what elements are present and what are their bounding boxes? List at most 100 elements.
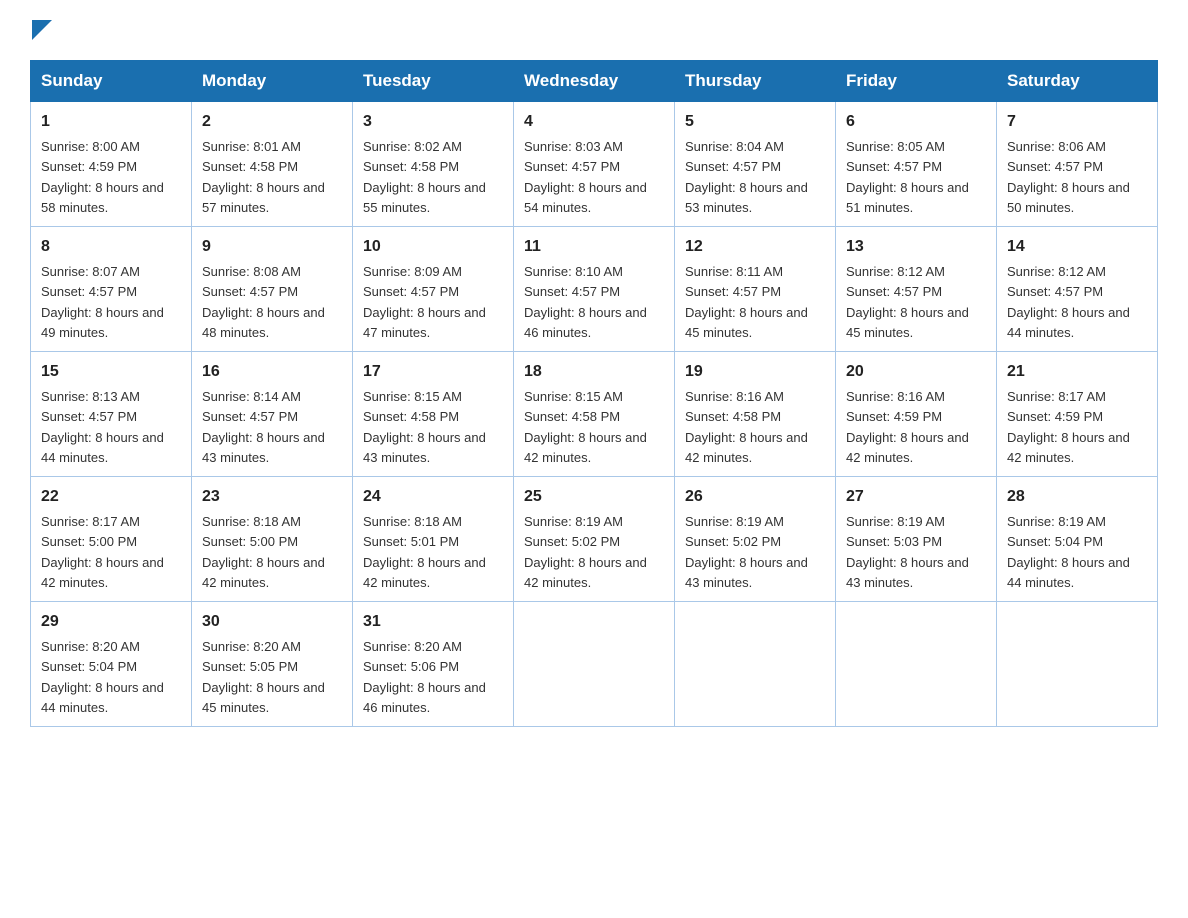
day-number: 26 xyxy=(685,485,825,509)
day-info: Sunrise: 8:03 AMSunset: 4:57 PMDaylight:… xyxy=(524,139,647,215)
calendar-cell: 27 Sunrise: 8:19 AMSunset: 5:03 PMDaylig… xyxy=(836,477,997,602)
day-number: 13 xyxy=(846,235,986,259)
calendar-cell: 22 Sunrise: 8:17 AMSunset: 5:00 PMDaylig… xyxy=(31,477,192,602)
calendar-cell: 18 Sunrise: 8:15 AMSunset: 4:58 PMDaylig… xyxy=(514,352,675,477)
calendar-week-row: 15 Sunrise: 8:13 AMSunset: 4:57 PMDaylig… xyxy=(31,352,1158,477)
day-number: 10 xyxy=(363,235,503,259)
calendar-cell: 28 Sunrise: 8:19 AMSunset: 5:04 PMDaylig… xyxy=(997,477,1158,602)
day-of-week-header: Saturday xyxy=(997,61,1158,102)
day-number: 9 xyxy=(202,235,342,259)
day-info: Sunrise: 8:15 AMSunset: 4:58 PMDaylight:… xyxy=(524,389,647,465)
calendar-cell: 20 Sunrise: 8:16 AMSunset: 4:59 PMDaylig… xyxy=(836,352,997,477)
day-info: Sunrise: 8:15 AMSunset: 4:58 PMDaylight:… xyxy=(363,389,486,465)
day-number: 17 xyxy=(363,360,503,384)
calendar-cell: 4 Sunrise: 8:03 AMSunset: 4:57 PMDayligh… xyxy=(514,102,675,227)
calendar-week-row: 22 Sunrise: 8:17 AMSunset: 5:00 PMDaylig… xyxy=(31,477,1158,602)
day-info: Sunrise: 8:20 AMSunset: 5:04 PMDaylight:… xyxy=(41,639,164,715)
day-info: Sunrise: 8:10 AMSunset: 4:57 PMDaylight:… xyxy=(524,264,647,340)
day-number: 23 xyxy=(202,485,342,509)
calendar-cell: 10 Sunrise: 8:09 AMSunset: 4:57 PMDaylig… xyxy=(353,227,514,352)
day-number: 22 xyxy=(41,485,181,509)
calendar-cell: 8 Sunrise: 8:07 AMSunset: 4:57 PMDayligh… xyxy=(31,227,192,352)
day-of-week-header: Friday xyxy=(836,61,997,102)
day-number: 24 xyxy=(363,485,503,509)
day-info: Sunrise: 8:06 AMSunset: 4:57 PMDaylight:… xyxy=(1007,139,1130,215)
day-info: Sunrise: 8:17 AMSunset: 4:59 PMDaylight:… xyxy=(1007,389,1130,465)
day-number: 27 xyxy=(846,485,986,509)
calendar-cell: 16 Sunrise: 8:14 AMSunset: 4:57 PMDaylig… xyxy=(192,352,353,477)
day-number: 28 xyxy=(1007,485,1147,509)
day-info: Sunrise: 8:04 AMSunset: 4:57 PMDaylight:… xyxy=(685,139,808,215)
day-of-week-header: Tuesday xyxy=(353,61,514,102)
day-info: Sunrise: 8:05 AMSunset: 4:57 PMDaylight:… xyxy=(846,139,969,215)
day-number: 31 xyxy=(363,610,503,634)
calendar-week-row: 8 Sunrise: 8:07 AMSunset: 4:57 PMDayligh… xyxy=(31,227,1158,352)
day-number: 20 xyxy=(846,360,986,384)
day-info: Sunrise: 8:13 AMSunset: 4:57 PMDaylight:… xyxy=(41,389,164,465)
calendar-cell xyxy=(514,602,675,727)
calendar-cell: 19 Sunrise: 8:16 AMSunset: 4:58 PMDaylig… xyxy=(675,352,836,477)
calendar-cell xyxy=(997,602,1158,727)
day-info: Sunrise: 8:02 AMSunset: 4:58 PMDaylight:… xyxy=(363,139,486,215)
day-info: Sunrise: 8:12 AMSunset: 4:57 PMDaylight:… xyxy=(846,264,969,340)
calendar-cell xyxy=(836,602,997,727)
day-info: Sunrise: 8:18 AMSunset: 5:00 PMDaylight:… xyxy=(202,514,325,590)
calendar-cell xyxy=(675,602,836,727)
day-info: Sunrise: 8:09 AMSunset: 4:57 PMDaylight:… xyxy=(363,264,486,340)
day-number: 1 xyxy=(41,110,181,134)
calendar-cell: 23 Sunrise: 8:18 AMSunset: 5:00 PMDaylig… xyxy=(192,477,353,602)
calendar-cell: 15 Sunrise: 8:13 AMSunset: 4:57 PMDaylig… xyxy=(31,352,192,477)
day-info: Sunrise: 8:20 AMSunset: 5:05 PMDaylight:… xyxy=(202,639,325,715)
calendar-cell: 24 Sunrise: 8:18 AMSunset: 5:01 PMDaylig… xyxy=(353,477,514,602)
day-info: Sunrise: 8:01 AMSunset: 4:58 PMDaylight:… xyxy=(202,139,325,215)
calendar-week-row: 1 Sunrise: 8:00 AMSunset: 4:59 PMDayligh… xyxy=(31,102,1158,227)
day-number: 7 xyxy=(1007,110,1147,134)
calendar-cell: 6 Sunrise: 8:05 AMSunset: 4:57 PMDayligh… xyxy=(836,102,997,227)
calendar-cell: 3 Sunrise: 8:02 AMSunset: 4:58 PMDayligh… xyxy=(353,102,514,227)
calendar-cell: 14 Sunrise: 8:12 AMSunset: 4:57 PMDaylig… xyxy=(997,227,1158,352)
calendar-table: SundayMondayTuesdayWednesdayThursdayFrid… xyxy=(30,60,1158,727)
day-info: Sunrise: 8:17 AMSunset: 5:00 PMDaylight:… xyxy=(41,514,164,590)
day-number: 4 xyxy=(524,110,664,134)
day-info: Sunrise: 8:19 AMSunset: 5:04 PMDaylight:… xyxy=(1007,514,1130,590)
calendar-cell: 21 Sunrise: 8:17 AMSunset: 4:59 PMDaylig… xyxy=(997,352,1158,477)
day-number: 25 xyxy=(524,485,664,509)
day-number: 11 xyxy=(524,235,664,259)
calendar-header-row: SundayMondayTuesdayWednesdayThursdayFrid… xyxy=(31,61,1158,102)
day-number: 18 xyxy=(524,360,664,384)
calendar-cell: 2 Sunrise: 8:01 AMSunset: 4:58 PMDayligh… xyxy=(192,102,353,227)
day-number: 6 xyxy=(846,110,986,134)
day-number: 15 xyxy=(41,360,181,384)
day-info: Sunrise: 8:11 AMSunset: 4:57 PMDaylight:… xyxy=(685,264,808,340)
calendar-cell: 30 Sunrise: 8:20 AMSunset: 5:05 PMDaylig… xyxy=(192,602,353,727)
day-of-week-header: Sunday xyxy=(31,61,192,102)
day-info: Sunrise: 8:16 AMSunset: 4:58 PMDaylight:… xyxy=(685,389,808,465)
day-of-week-header: Monday xyxy=(192,61,353,102)
calendar-cell: 1 Sunrise: 8:00 AMSunset: 4:59 PMDayligh… xyxy=(31,102,192,227)
logo-triangle-icon xyxy=(32,20,52,40)
calendar-cell: 17 Sunrise: 8:15 AMSunset: 4:58 PMDaylig… xyxy=(353,352,514,477)
day-info: Sunrise: 8:19 AMSunset: 5:03 PMDaylight:… xyxy=(846,514,969,590)
day-number: 30 xyxy=(202,610,342,634)
calendar-cell: 26 Sunrise: 8:19 AMSunset: 5:02 PMDaylig… xyxy=(675,477,836,602)
day-info: Sunrise: 8:19 AMSunset: 5:02 PMDaylight:… xyxy=(685,514,808,590)
logo xyxy=(30,20,52,40)
calendar-cell: 29 Sunrise: 8:20 AMSunset: 5:04 PMDaylig… xyxy=(31,602,192,727)
day-number: 5 xyxy=(685,110,825,134)
day-number: 3 xyxy=(363,110,503,134)
day-info: Sunrise: 8:12 AMSunset: 4:57 PMDaylight:… xyxy=(1007,264,1130,340)
calendar-cell: 7 Sunrise: 8:06 AMSunset: 4:57 PMDayligh… xyxy=(997,102,1158,227)
calendar-cell: 13 Sunrise: 8:12 AMSunset: 4:57 PMDaylig… xyxy=(836,227,997,352)
calendar-cell: 31 Sunrise: 8:20 AMSunset: 5:06 PMDaylig… xyxy=(353,602,514,727)
day-info: Sunrise: 8:16 AMSunset: 4:59 PMDaylight:… xyxy=(846,389,969,465)
calendar-cell: 5 Sunrise: 8:04 AMSunset: 4:57 PMDayligh… xyxy=(675,102,836,227)
day-of-week-header: Wednesday xyxy=(514,61,675,102)
day-info: Sunrise: 8:20 AMSunset: 5:06 PMDaylight:… xyxy=(363,639,486,715)
day-number: 19 xyxy=(685,360,825,384)
day-number: 16 xyxy=(202,360,342,384)
day-info: Sunrise: 8:07 AMSunset: 4:57 PMDaylight:… xyxy=(41,264,164,340)
day-info: Sunrise: 8:18 AMSunset: 5:01 PMDaylight:… xyxy=(363,514,486,590)
day-info: Sunrise: 8:19 AMSunset: 5:02 PMDaylight:… xyxy=(524,514,647,590)
calendar-cell: 12 Sunrise: 8:11 AMSunset: 4:57 PMDaylig… xyxy=(675,227,836,352)
day-info: Sunrise: 8:00 AMSunset: 4:59 PMDaylight:… xyxy=(41,139,164,215)
